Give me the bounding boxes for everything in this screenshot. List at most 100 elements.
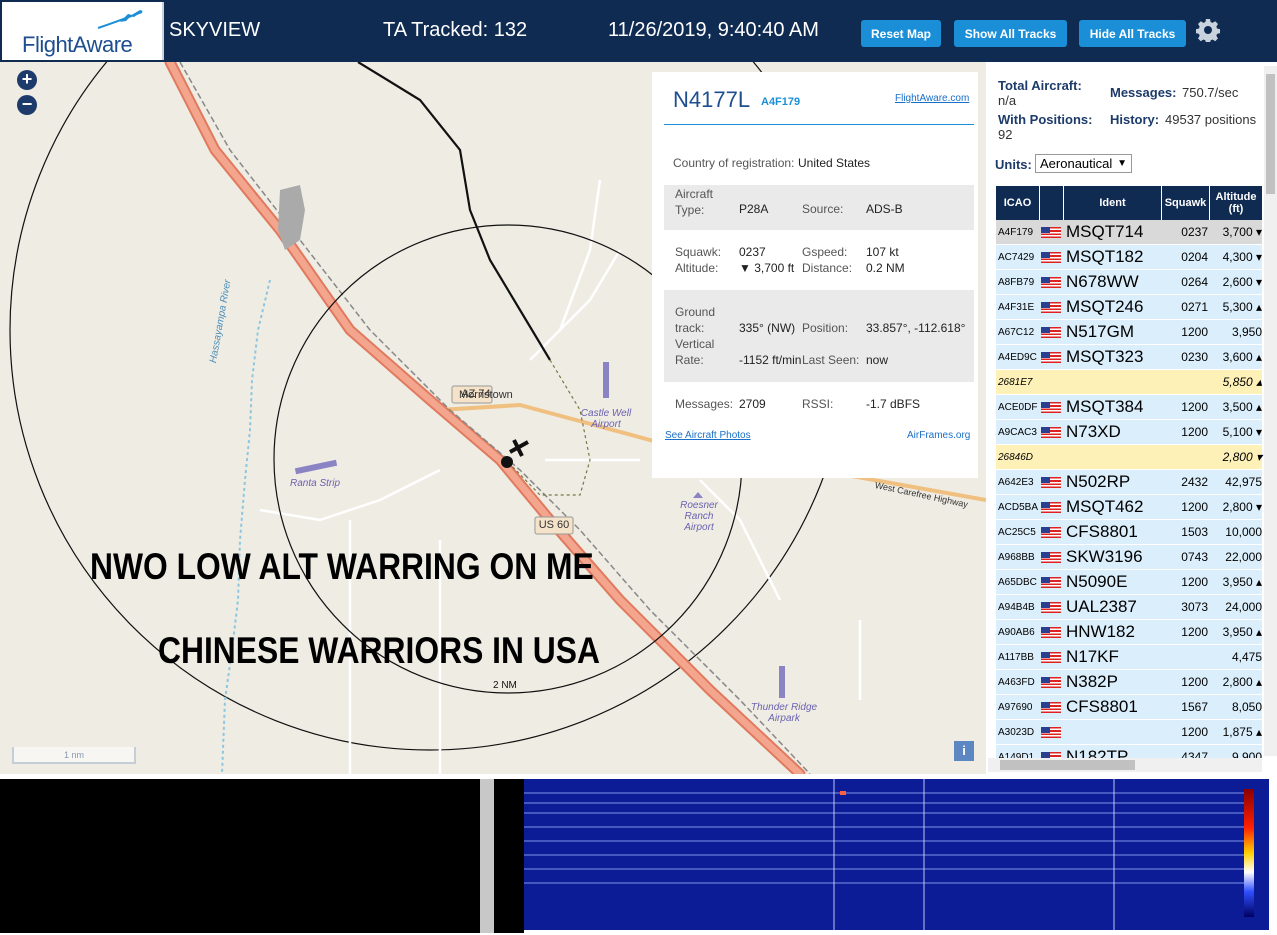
- cell-icao: A97690: [998, 701, 1033, 713]
- cell-squawk: 0230: [1181, 350, 1208, 364]
- table-row[interactable]: A4F31E MSQT246 0271 5,300 ▴: [996, 295, 1262, 320]
- table-row[interactable]: A9CAC3 N73XD 1200 5,100 ▾: [996, 420, 1262, 445]
- range-ring-label: 2 NM: [493, 680, 517, 691]
- gspeed-label: Gspeed:: [802, 245, 848, 259]
- info-button[interactable]: i: [954, 741, 974, 761]
- airframes-link[interactable]: AirFrames.org: [907, 430, 970, 441]
- show-all-tracks-button[interactable]: Show All Tracks: [954, 20, 1067, 47]
- cell-squawk: 0204: [1181, 250, 1208, 264]
- aircraft-type-label: Aircraft Type:: [675, 187, 714, 217]
- table-row[interactable]: A463FD N382P 1200 2,800 ▴: [996, 670, 1262, 695]
- chevron-down-icon: ▼: [1117, 158, 1127, 169]
- us-flag-icon: [1041, 226, 1061, 238]
- cell-squawk: 0264: [1181, 275, 1208, 289]
- cell-squawk: 1200: [1181, 325, 1208, 339]
- table-row[interactable]: ACD5BA MSQT462 1200 2,800 ▾: [996, 495, 1262, 520]
- zoom-out-button[interactable]: −: [17, 95, 37, 115]
- cell-squawk: 1200: [1181, 625, 1208, 639]
- cell-altitude: 5,300 ▴: [1222, 300, 1262, 314]
- table-row[interactable]: A642E3 N502RP 2432 42,975: [996, 470, 1262, 495]
- cell-squawk: 1503: [1181, 525, 1208, 539]
- table-row[interactable]: A94B4B UAL2387 3073 24,000: [996, 595, 1262, 620]
- scrollbar-thumb-h[interactable]: [1000, 760, 1135, 770]
- cell-ident: HNW182: [1066, 622, 1135, 641]
- table-row[interactable]: A65DBC N5090E 1200 3,950 ▴: [996, 570, 1262, 595]
- cell-flag: [1041, 420, 1061, 444]
- altitude-label: Altitude:: [675, 261, 719, 275]
- rssi-value: -1.7 dBFS: [866, 397, 921, 411]
- aircraft-table: ICAO Ident Squawk Altitude (ft) A4F179 MS…: [996, 186, 1262, 770]
- source-value: ADS-B: [866, 202, 903, 216]
- table-row[interactable]: AC7429 MSQT182 0204 4,300 ▾: [996, 245, 1262, 270]
- cell-icao: ACE0DF: [998, 401, 1038, 413]
- us-flag-icon: [1041, 426, 1061, 438]
- hide-all-tracks-button[interactable]: Hide All Tracks: [1079, 20, 1186, 47]
- cell-squawk: 0743: [1181, 550, 1208, 564]
- cell-ident: N17KF: [1066, 647, 1119, 666]
- cell-squawk: [1162, 445, 1208, 469]
- us-flag-icon: [1041, 601, 1061, 613]
- col-altitude[interactable]: Altitude (ft): [1210, 186, 1262, 220]
- cell-squawk: [1162, 645, 1208, 669]
- cell-flag: [1041, 620, 1061, 644]
- table-row[interactable]: A4ED9C MSQT323 0230 3,600 ▴: [996, 345, 1262, 370]
- country-label: Country of registration:: [673, 156, 795, 170]
- table-row[interactable]: A968BB SKW3196 0743 22,000: [996, 545, 1262, 570]
- table-row[interactable]: ACE0DF MSQT384 1200 3,500 ▴: [996, 395, 1262, 420]
- table-row[interactable]: A67C12 N517GM 1200 3,950: [996, 320, 1262, 345]
- reset-map-button[interactable]: Reset Map: [861, 20, 941, 47]
- table-horizontal-scrollbar[interactable]: [988, 758, 1262, 772]
- cell-flag: [1041, 670, 1061, 694]
- cell-ident: MSQT384: [1066, 397, 1144, 416]
- table-row[interactable]: A117BB N17KF 4,475: [996, 645, 1262, 670]
- cell-altitude: 4,300 ▾: [1222, 250, 1262, 264]
- col-flag[interactable]: [1040, 186, 1064, 220]
- gear-icon[interactable]: [1196, 18, 1220, 42]
- col-ident[interactable]: Ident: [1064, 186, 1162, 220]
- cell-icao: A65DBC: [998, 576, 1037, 588]
- top-bar: FlightAware SKYVIEW TA Tracked: 132 11/2…: [0, 0, 1277, 62]
- panel-divider[interactable]: [480, 779, 494, 933]
- col-icao[interactable]: ICAO: [996, 186, 1040, 220]
- cell-altitude: 5,850 ▴: [1222, 375, 1262, 389]
- us-flag-icon: [1041, 726, 1061, 738]
- selected-aircraft-icon: [509, 439, 529, 457]
- cell-altitude: 4,475: [1231, 650, 1262, 664]
- us-flag-icon: [1041, 476, 1061, 488]
- clock: 11/26/2019, 9:40:40 AM: [608, 19, 819, 41]
- table-row[interactable]: A3023D 1200 1,875 ▴: [996, 720, 1262, 745]
- app-title: SKYVIEW: [169, 19, 261, 41]
- aircraft-photos-link[interactable]: See Aircraft Photos: [665, 430, 751, 441]
- table-row[interactable]: A4F179 MSQT714 0237 3,700 ▾: [996, 220, 1262, 245]
- cell-icao: A90AB6: [998, 626, 1035, 638]
- col-squawk[interactable]: Squawk: [1162, 186, 1210, 220]
- table-header: ICAO Ident Squawk Altitude (ft): [996, 186, 1262, 220]
- detail-hex: A4F179: [761, 96, 801, 108]
- table-row[interactable]: 26846D 2,800 ▾: [996, 445, 1262, 470]
- us-flag-icon: [1041, 326, 1061, 338]
- table-row[interactable]: A8FB79 N678WW 0264 2,600 ▾: [996, 270, 1262, 295]
- cell-flag: [1041, 270, 1061, 294]
- scrollbar-thumb[interactable]: [1266, 74, 1275, 194]
- table-row[interactable]: 2681E7 5,850 ▴: [996, 370, 1262, 395]
- units-select[interactable]: Aeronautical ▼: [1035, 154, 1132, 173]
- table-row[interactable]: A90AB6 HNW182 1200 3,950 ▴: [996, 620, 1262, 645]
- cell-icao: 2681E7: [998, 376, 1033, 388]
- messages-rate-value: 750.7/sec: [1182, 85, 1239, 100]
- table-vertical-scrollbar[interactable]: [1264, 66, 1277, 756]
- cell-icao: A968BB: [998, 551, 1035, 563]
- color-scale: [1244, 789, 1254, 917]
- us-flag-icon: [1041, 626, 1061, 638]
- cell-ident: [1066, 720, 1162, 744]
- detail-registration: N4177L: [673, 87, 751, 112]
- cell-squawk: 1200: [1181, 400, 1208, 414]
- position-value: 33.857°, -112.618°: [866, 321, 966, 335]
- table-row[interactable]: A97690 CFS8801 1567 8,050: [996, 695, 1262, 720]
- flightaware-logo[interactable]: FlightAware: [2, 2, 164, 60]
- zoom-in-button[interactable]: +: [17, 70, 37, 90]
- table-row[interactable]: AC25C5 CFS8801 1503 10,000: [996, 520, 1262, 545]
- flightaware-link[interactable]: FlightAware.com: [895, 93, 969, 104]
- position-label: Position:: [802, 321, 849, 335]
- cell-ident: MSQT246: [1066, 297, 1144, 316]
- last-seen-label: Last Seen:: [802, 353, 860, 367]
